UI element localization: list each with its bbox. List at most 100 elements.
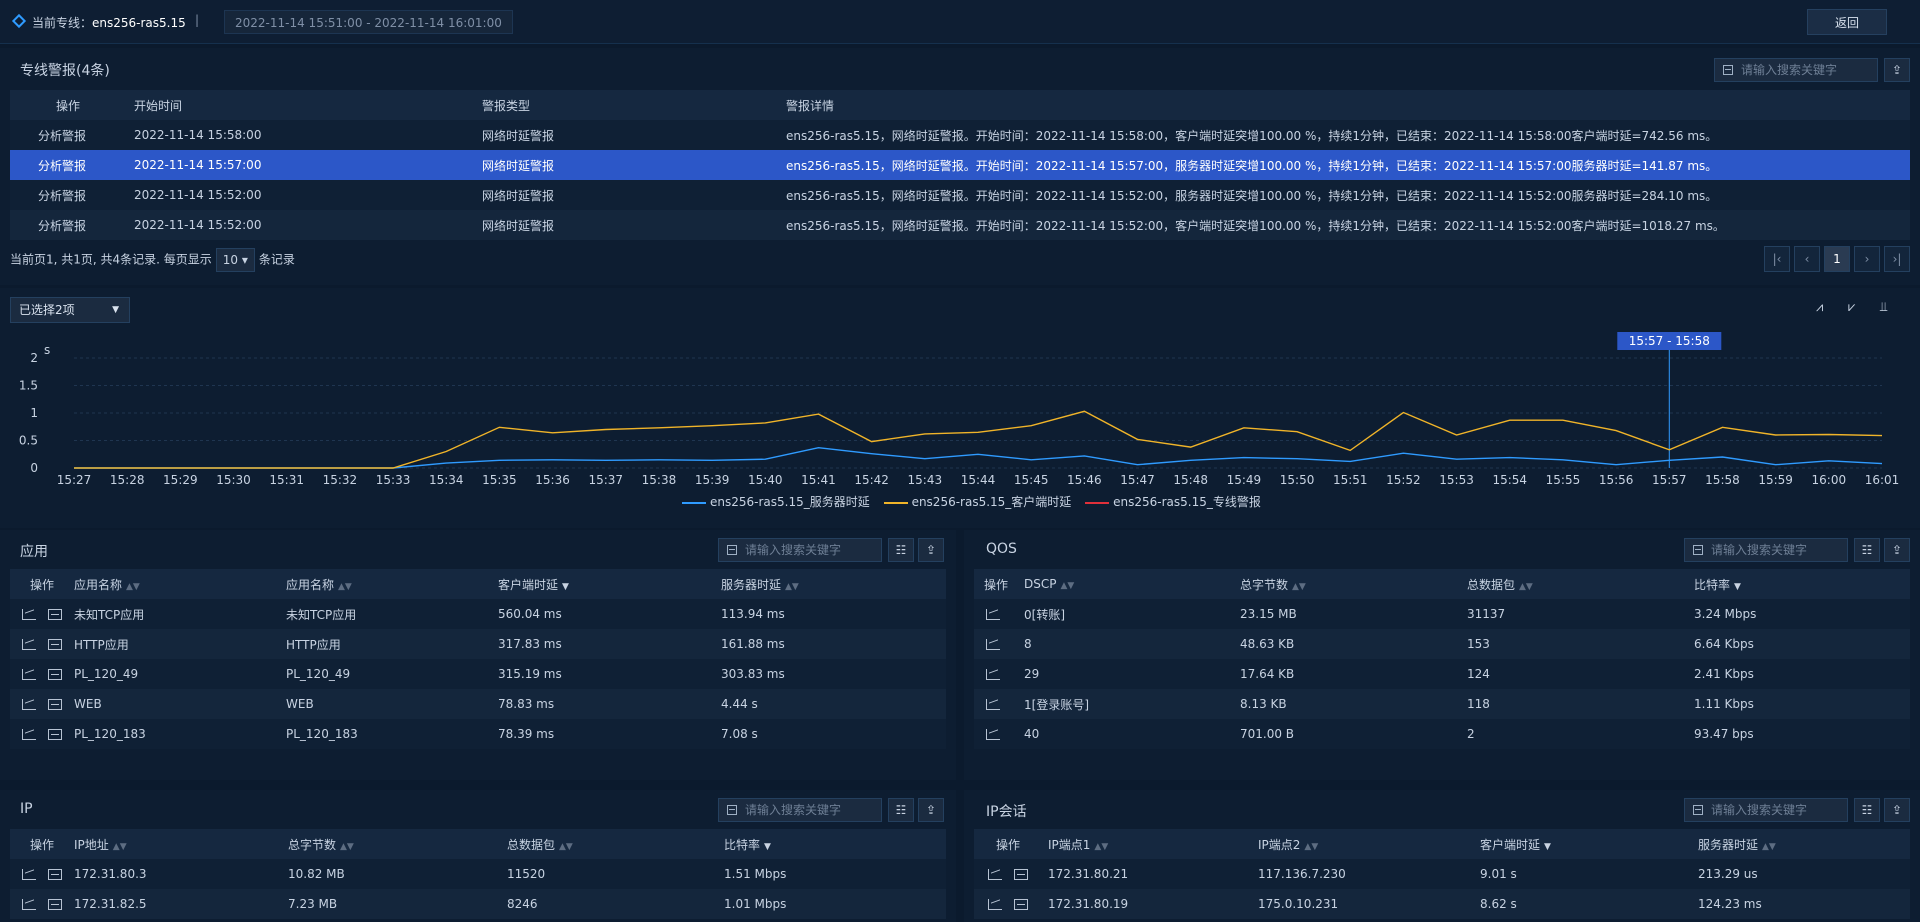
col-header[interactable]: DSCP ▲▼	[1024, 569, 1240, 599]
table-cell: 7.23 MB	[288, 897, 338, 911]
trend-chart-icon[interactable]	[22, 729, 36, 740]
x-tick-label: 15:37	[588, 473, 623, 487]
col-header[interactable]: 应用名称 ▲▼	[286, 569, 498, 599]
trend-chart-icon[interactable]	[986, 639, 1000, 650]
col-header[interactable]: 比特率 ▼	[1694, 569, 1910, 599]
alarm-row[interactable]: 分析警报 2022-11-14 15:52:00 网络时延警报 ens256-ras5…	[10, 180, 1910, 210]
area-chart-icon[interactable]: ⩗	[1848, 300, 1855, 315]
trend-chart-icon[interactable]	[22, 639, 36, 650]
page-number-button[interactable]: 1	[1824, 246, 1850, 272]
x-tick-label: 15:28	[110, 473, 145, 487]
alarm-search-input[interactable]: 请输入搜索关键字	[1714, 58, 1878, 82]
detail-table-icon[interactable]	[48, 669, 62, 680]
app-search-input[interactable]: 请输入搜索关键字	[718, 538, 882, 562]
series-select[interactable]: 已选择2项 ▼	[10, 297, 130, 323]
col-header-label: IP地址	[74, 837, 109, 852]
qos-search-input[interactable]: 请输入搜索关键字	[1684, 538, 1848, 562]
table-cell: 31137	[1467, 607, 1506, 621]
col-header: 操作	[56, 98, 81, 113]
table-cell: HTTP应用	[286, 637, 341, 652]
table-cell: 113.94 ms	[721, 607, 785, 621]
trend-chart-icon[interactable]	[988, 899, 1002, 910]
row-actions	[974, 599, 1024, 629]
alarm-row[interactable]: 分析警报 2022-11-14 15:52:00 网络时延警报 ens256-ras5…	[10, 210, 1910, 240]
page-size-select[interactable]: 10 ▾	[215, 248, 255, 272]
trend-chart-icon[interactable]	[22, 899, 36, 910]
table-cell: 网络时延警报	[482, 188, 555, 203]
row-actions	[10, 889, 74, 919]
detail-table-icon[interactable]	[48, 869, 62, 880]
ip-session-export-button[interactable]: ⇪	[1884, 798, 1910, 822]
detail-table-icon[interactable]	[48, 899, 62, 910]
ip-session-column-settings-button[interactable]: ☷	[1854, 798, 1880, 822]
col-header[interactable]: IP地址 ▲▼	[74, 829, 288, 859]
trend-chart-icon[interactable]	[22, 869, 36, 880]
col-header[interactable]: 应用名称 ▲▼	[74, 569, 286, 599]
ip-column-settings-button[interactable]: ☷	[888, 798, 914, 822]
trend-chart-icon[interactable]	[22, 669, 36, 680]
trend-chart-icon[interactable]	[988, 869, 1002, 880]
trend-chart-icon[interactable]	[986, 699, 1000, 710]
alarm-row[interactable]: 分析警报 2022-11-14 15:58:00 网络时延警报 ens256-ras5…	[10, 120, 1910, 150]
qos-export-button[interactable]: ⇪	[1884, 538, 1910, 562]
detail-table-icon[interactable]	[48, 639, 62, 650]
analyze-alarm-link[interactable]: 分析警报	[10, 150, 134, 180]
sort-desc-icon: ▼	[764, 841, 771, 852]
table-cell: 172.31.80.3	[74, 867, 147, 881]
alarm-export-button[interactable]: ⇪	[1884, 58, 1910, 82]
prev-page-button[interactable]: ‹	[1794, 246, 1820, 272]
time-range-picker[interactable]: 2022-11-14 15:51:00 - 2022-11-14 16:01:0…	[224, 10, 513, 34]
table-cell: 1.11 Kbps	[1694, 697, 1754, 711]
col-header[interactable]: 总数据包 ▲▼	[507, 829, 724, 859]
bar-chart-icon[interactable]: ⫫	[1880, 300, 1887, 315]
detail-table-icon[interactable]	[48, 609, 62, 620]
trend-chart-icon[interactable]	[986, 669, 1000, 680]
first-page-button[interactable]: |‹	[1764, 246, 1790, 272]
legend-item[interactable]: ens256-ras5.15_服务器时延	[682, 495, 870, 509]
col-header[interactable]: 服务器时延 ▲▼	[721, 569, 946, 599]
legend-swatch	[682, 501, 706, 504]
ip-session-search-input[interactable]: 请输入搜索关键字	[1684, 798, 1848, 822]
qos-column-settings-button[interactable]: ☷	[1854, 538, 1880, 562]
detail-table-icon[interactable]	[48, 729, 62, 740]
back-button[interactable]: 返回	[1807, 9, 1887, 35]
table-cell: 118	[1467, 697, 1490, 711]
alarm-row[interactable]: 分析警报 2022-11-14 15:57:00 网络时延警报 ens256-ras5…	[10, 150, 1910, 180]
analyze-alarm-link[interactable]: 分析警报	[10, 120, 134, 150]
col-header[interactable]: 总字节数 ▲▼	[288, 829, 507, 859]
table-cell: 153	[1467, 637, 1490, 651]
ip-export-button[interactable]: ⇪	[918, 798, 944, 822]
table-cell: 1.51 Mbps	[724, 867, 787, 881]
detail-table-icon[interactable]	[1014, 899, 1028, 910]
col-header[interactable]: 总字节数 ▲▼	[1240, 569, 1467, 599]
last-page-button[interactable]: ›|	[1884, 246, 1910, 272]
ip-search-input[interactable]: 请输入搜索关键字	[718, 798, 882, 822]
analyze-alarm-link[interactable]: 分析警报	[10, 210, 134, 240]
col-header[interactable]: IP端点2 ▲▼	[1258, 829, 1480, 859]
trend-chart-icon[interactable]	[986, 609, 1000, 620]
analyze-alarm-link[interactable]: 分析警报	[10, 180, 134, 210]
trend-chart-icon[interactable]	[22, 699, 36, 710]
app-column-settings-button[interactable]: ☷	[888, 538, 914, 562]
table-header: 操作 开始时间 警报类型 警报详情	[10, 90, 1910, 120]
detail-table-icon[interactable]	[1014, 869, 1028, 880]
next-page-button[interactable]: ›	[1854, 246, 1880, 272]
col-header[interactable]: IP端点1 ▲▼	[1048, 829, 1258, 859]
col-header[interactable]: 客户端时延 ▼	[1480, 829, 1698, 859]
sort-desc-icon: ▼	[1734, 581, 1741, 592]
col-header[interactable]: 服务器时延 ▲▼	[1698, 829, 1910, 859]
line-chart-icon[interactable]: ⩘	[1816, 300, 1823, 315]
col-header-label: 应用名称	[74, 577, 123, 592]
legend-item[interactable]: ens256-ras5.15_客户端时延	[883, 495, 1071, 509]
legend-label: ens256-ras5.15_服务器时延	[710, 495, 870, 509]
legend-label: ens256-ras5.15_专线警报	[1113, 495, 1261, 509]
trend-chart-icon[interactable]	[22, 609, 36, 620]
x-tick-label: 15:40	[748, 473, 783, 487]
legend-item[interactable]: ens256-ras5.15_专线警报	[1085, 495, 1261, 509]
col-header[interactable]: 比特率 ▼	[724, 829, 946, 859]
col-header[interactable]: 总数据包 ▲▼	[1467, 569, 1694, 599]
app-export-button[interactable]: ⇪	[918, 538, 944, 562]
detail-table-icon[interactable]	[48, 699, 62, 710]
trend-chart-icon[interactable]	[986, 729, 1000, 740]
col-header[interactable]: 客户端时延 ▼	[498, 569, 721, 599]
